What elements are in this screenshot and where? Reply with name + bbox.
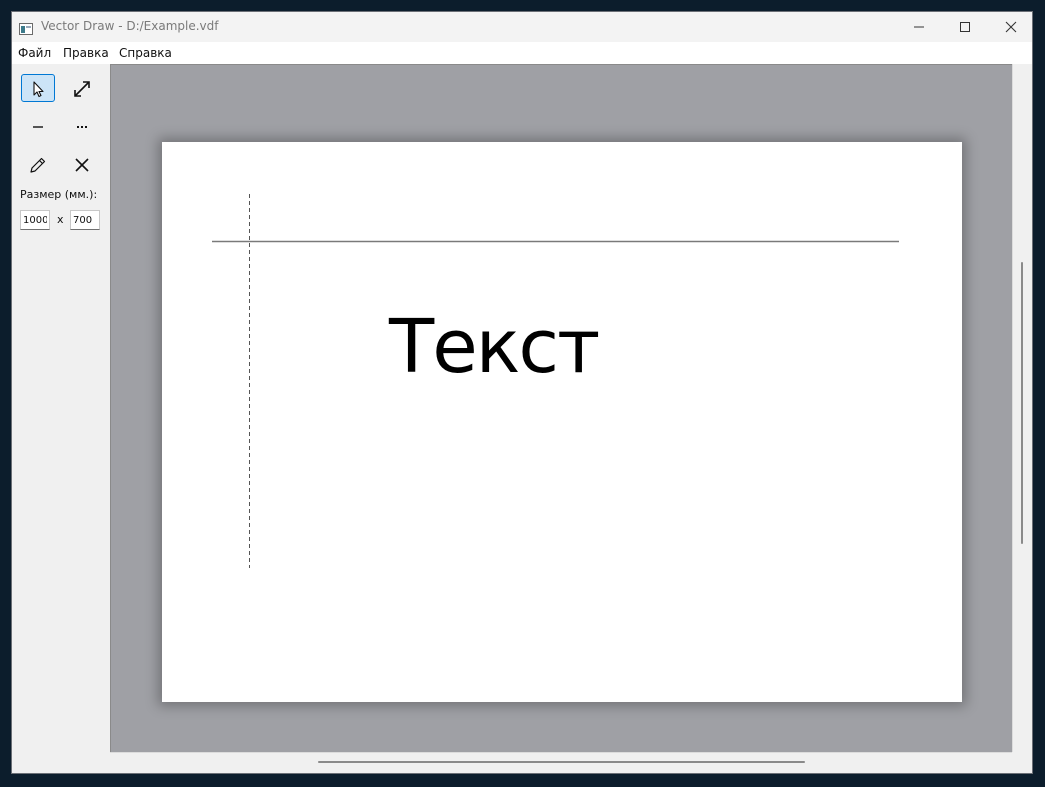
pencil-tool-button[interactable] — [21, 150, 55, 178]
select-tool-button[interactable] — [21, 74, 55, 102]
text-shape[interactable]: Текст — [389, 310, 600, 384]
delete-tool-button[interactable] — [65, 150, 99, 178]
delete-x-icon — [75, 158, 89, 172]
page-shapes — [212, 194, 899, 568]
drawing-page[interactable]: Текст — [162, 142, 962, 702]
resize-tool-button[interactable] — [65, 74, 99, 102]
resize-arrow-icon — [74, 81, 90, 97]
width-input[interactable] — [20, 210, 50, 230]
dotted-line-tool-button[interactable] — [65, 112, 99, 140]
horizontal-scroll-thumb[interactable] — [318, 761, 805, 763]
cursor-select-icon — [33, 81, 44, 98]
maximize-icon — [960, 22, 970, 32]
menu-edit[interactable]: Правка — [63, 46, 109, 60]
pencil-icon — [30, 157, 46, 173]
solid-line-icon — [33, 126, 43, 128]
title-bar[interactable]: Vector Draw - D:/Example.vdf — [12, 12, 1032, 42]
close-button[interactable] — [988, 12, 1032, 42]
menu-file[interactable]: Файл — [18, 46, 51, 60]
tool-panel: Размер (мм.): x — [12, 64, 110, 773]
menu-bar: Файл Правка Справка — [12, 42, 1032, 64]
minimize-button[interactable] — [896, 12, 942, 42]
app-window: Vector Draw - D:/Example.vdf Файл Правка… — [11, 11, 1033, 774]
window-title: Vector Draw - D:/Example.vdf — [41, 19, 219, 33]
height-input[interactable] — [70, 210, 100, 230]
vertical-scrollbar[interactable] — [1012, 64, 1032, 752]
vertical-scroll-thumb[interactable] — [1021, 262, 1023, 544]
menu-help[interactable]: Справка — [119, 46, 172, 60]
maximize-button[interactable] — [942, 12, 988, 42]
minimize-icon — [914, 26, 924, 28]
size-label: Размер (мм.): — [20, 188, 98, 201]
app-icon — [19, 20, 33, 35]
size-separator: x — [57, 213, 64, 226]
scrollbar-corner — [1012, 752, 1032, 773]
line-tool-button[interactable] — [21, 112, 55, 140]
close-icon — [1005, 21, 1017, 33]
horizontal-scrollbar[interactable] — [110, 752, 1012, 773]
dotted-line-icon — [77, 126, 87, 128]
canvas-area[interactable]: Текст — [110, 64, 1012, 752]
